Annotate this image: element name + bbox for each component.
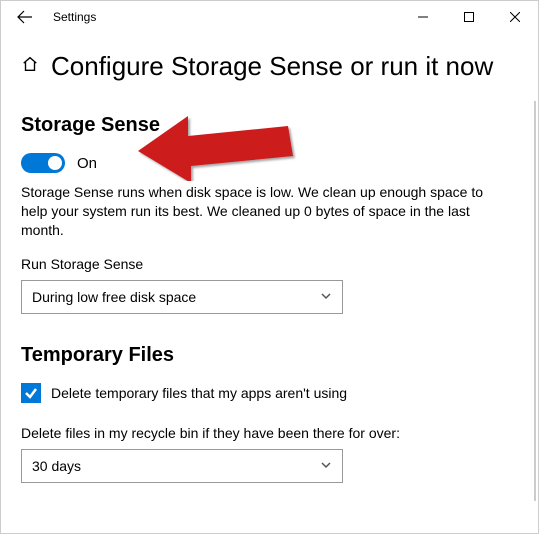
- window-controls: [400, 1, 538, 33]
- back-button[interactable]: [9, 1, 41, 33]
- chevron-down-icon: [320, 289, 332, 305]
- arrow-left-icon: [17, 9, 33, 25]
- titlebar: Settings: [1, 1, 538, 33]
- storage-sense-toggle-row: On: [21, 153, 518, 173]
- minimize-button[interactable]: [400, 1, 446, 33]
- run-storage-sense-label: Run Storage Sense: [21, 256, 518, 272]
- storage-sense-toggle-label: On: [77, 155, 97, 172]
- delete-temp-files-row: Delete temporary files that my apps aren…: [21, 383, 518, 403]
- content-area: Storage Sense On Storage Sense runs when…: [1, 92, 538, 534]
- close-icon: [510, 12, 520, 22]
- recycle-bin-label: Delete files in my recycle bin if they h…: [21, 425, 518, 441]
- delete-temp-files-label: Delete temporary files that my apps aren…: [51, 385, 347, 401]
- app-title: Settings: [53, 10, 96, 24]
- maximize-icon: [464, 12, 474, 22]
- run-storage-sense-value: During low free disk space: [32, 289, 196, 305]
- checkmark-icon: [24, 386, 38, 400]
- storage-sense-description: Storage Sense runs when disk space is lo…: [21, 183, 501, 240]
- maximize-button[interactable]: [446, 1, 492, 33]
- page-header: Configure Storage Sense or run it now: [1, 33, 538, 92]
- page-title: Configure Storage Sense or run it now: [51, 51, 493, 82]
- scrollbar[interactable]: [534, 101, 536, 501]
- home-icon[interactable]: [21, 55, 39, 78]
- recycle-bin-value: 30 days: [32, 458, 81, 474]
- run-storage-sense-select[interactable]: During low free disk space: [21, 280, 343, 314]
- recycle-bin-select[interactable]: 30 days: [21, 449, 343, 483]
- close-button[interactable]: [492, 1, 538, 33]
- chevron-down-icon: [320, 458, 332, 474]
- temporary-files-heading: Temporary Files: [21, 344, 518, 367]
- storage-sense-heading: Storage Sense: [21, 114, 518, 137]
- storage-sense-toggle[interactable]: [21, 153, 65, 173]
- delete-temp-files-checkbox[interactable]: [21, 383, 41, 403]
- minimize-icon: [418, 12, 428, 22]
